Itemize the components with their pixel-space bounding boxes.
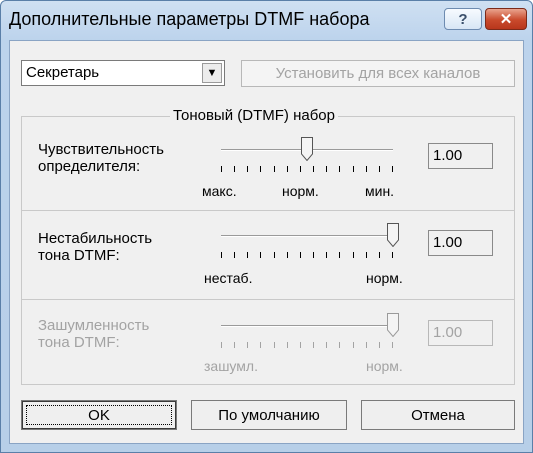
- sensitivity-label: Чувствительность определителя:: [38, 141, 164, 175]
- focus-rectangle: [26, 405, 172, 425]
- slider-thumb[interactable]: [387, 313, 399, 337]
- slider-tick: [326, 252, 327, 258]
- noise-mark-norm: норм.: [366, 358, 403, 374]
- slider-tick: [221, 166, 222, 172]
- slider-tick: [300, 252, 301, 258]
- slider-tick: [313, 166, 314, 172]
- slider-tick: [339, 342, 340, 348]
- slider-tick: [221, 342, 222, 348]
- instability-value: 1.00: [428, 230, 493, 256]
- slider-tick: [247, 166, 248, 172]
- defaults-button[interactable]: По умолчанию: [191, 400, 347, 430]
- slider-tick: [379, 342, 380, 348]
- slider-tick: [392, 166, 393, 172]
- slider-tick: [274, 252, 275, 258]
- sensitivity-mark-min: мин.: [365, 183, 395, 199]
- instability-label: Нестабильность тона DTMF:: [38, 230, 152, 264]
- slider-tick: [366, 342, 367, 348]
- noise-label-line1: Зашумленность: [38, 317, 150, 334]
- slider-ticks: [221, 252, 393, 258]
- slider-tick: [392, 342, 393, 348]
- instability-label-line1: Нестабильность: [38, 230, 153, 247]
- help-icon: ?: [458, 10, 468, 28]
- instability-mark-norm: норм.: [366, 270, 403, 286]
- slider-track[interactable]: [221, 325, 393, 327]
- slider-tick: [300, 342, 301, 348]
- ok-button[interactable]: OK: [21, 400, 177, 430]
- slider-tick: [379, 252, 380, 258]
- slider-tick: [260, 342, 261, 348]
- set-all-channels-button[interactable]: Установить для всех каналов: [241, 60, 515, 87]
- dialog-body: Секретарь ▼ Установить для всех каналов …: [9, 40, 524, 444]
- slider-tick: [366, 252, 367, 258]
- slider-tick: [300, 166, 301, 172]
- slider-tick: [379, 166, 380, 172]
- slider-tick: [353, 166, 354, 172]
- slider-tick: [339, 252, 340, 258]
- slider-tick: [287, 166, 288, 172]
- instability-label-line2: тона DTMF:: [38, 247, 120, 264]
- help-button[interactable]: ?: [444, 8, 482, 30]
- slider-tick: [313, 342, 314, 348]
- dtmf-groupbox: Тоновый (DTMF) набор Чувствительность оп…: [21, 107, 515, 385]
- sensitivity-mark-norm: норм.: [282, 183, 319, 199]
- divider: [22, 299, 514, 300]
- sensitivity-value: 1.00: [428, 143, 493, 169]
- slider-tick: [274, 342, 275, 348]
- slider-tick: [234, 166, 235, 172]
- slider-tick: [260, 252, 261, 258]
- groupbox-legend: Тоновый (DTMF) набор: [170, 107, 338, 124]
- slider-tick: [353, 252, 354, 258]
- slider-tick: [260, 166, 261, 172]
- sensitivity-mark-max: макс.: [202, 183, 237, 199]
- slider-ticks: [221, 166, 393, 172]
- profile-select[interactable]: Секретарь ▼: [21, 60, 225, 86]
- slider-tick: [313, 252, 314, 258]
- slider-thumb[interactable]: [301, 137, 313, 161]
- slider-tick: [247, 342, 248, 348]
- slider-tick: [366, 166, 367, 172]
- slider-tick: [274, 166, 275, 172]
- slider-tick: [247, 252, 248, 258]
- slider-tick: [353, 342, 354, 348]
- cancel-button[interactable]: Отмена: [361, 400, 515, 430]
- dialog-window: Дополнительные параметры DTMF набора ? ✕…: [0, 0, 533, 453]
- window-title: Дополнительные параметры DTMF набора: [9, 9, 370, 29]
- sensitivity-label-line2: определителя:: [38, 158, 141, 175]
- slider-ticks: [221, 342, 393, 348]
- slider-tick: [234, 342, 235, 348]
- slider-tick: [287, 252, 288, 258]
- slider-tick: [326, 342, 327, 348]
- slider-tick: [339, 166, 340, 172]
- slider-track[interactable]: [221, 235, 393, 237]
- title-bar[interactable]: Дополнительные параметры DTMF набора ? ✕: [1, 1, 532, 40]
- slider-tick: [392, 252, 393, 258]
- slider-tick: [234, 252, 235, 258]
- chevron-down-icon[interactable]: ▼: [202, 63, 222, 83]
- noise-mark-noisy: зашумл.: [204, 358, 258, 374]
- close-button[interactable]: ✕: [485, 8, 527, 30]
- noise-value: 1.00: [428, 320, 493, 346]
- slider-tick: [221, 252, 222, 258]
- sensitivity-label-line1: Чувствительность: [38, 141, 164, 158]
- noise-label: Зашумленность тона DTMF:: [38, 317, 149, 351]
- slider-tick: [326, 166, 327, 172]
- instability-mark-unstable: нестаб.: [204, 270, 253, 286]
- profile-select-value: Секретарь: [26, 64, 100, 81]
- slider-thumb[interactable]: [387, 223, 399, 247]
- slider-tick: [287, 342, 288, 348]
- noise-label-line2: тона DTMF:: [38, 334, 120, 351]
- divider: [22, 210, 514, 211]
- close-icon: ✕: [499, 11, 513, 28]
